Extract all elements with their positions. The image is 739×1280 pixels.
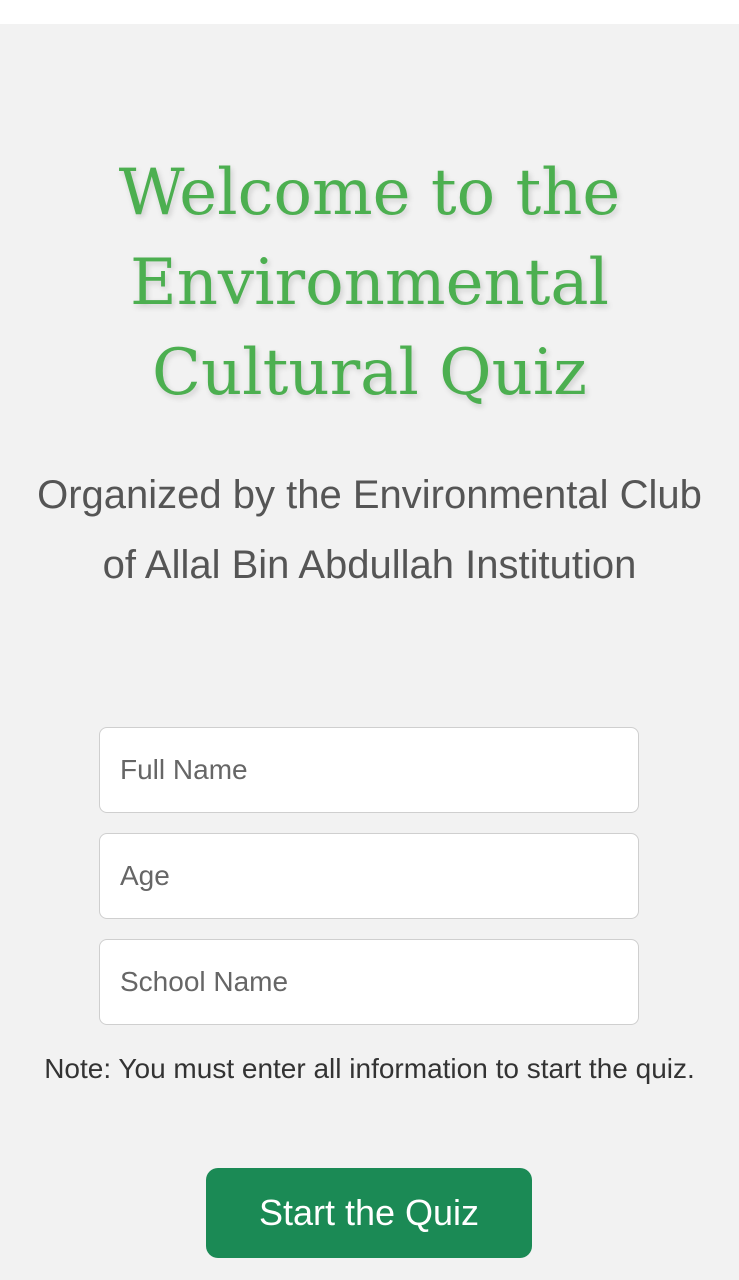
- age-input[interactable]: [99, 833, 639, 919]
- page-title: Welcome to the Environmental Cultural Qu…: [118, 156, 621, 410]
- organizer-subtitle: Organized by the Environmental Club of A…: [37, 473, 702, 587]
- school-name-input[interactable]: [99, 939, 639, 1025]
- full-name-input[interactable]: [99, 727, 639, 813]
- required-note: Note: You must enter all information to …: [44, 1053, 695, 1084]
- top-bar: [0, 0, 739, 24]
- start-quiz-button[interactable]: Start the Quiz: [206, 1168, 532, 1258]
